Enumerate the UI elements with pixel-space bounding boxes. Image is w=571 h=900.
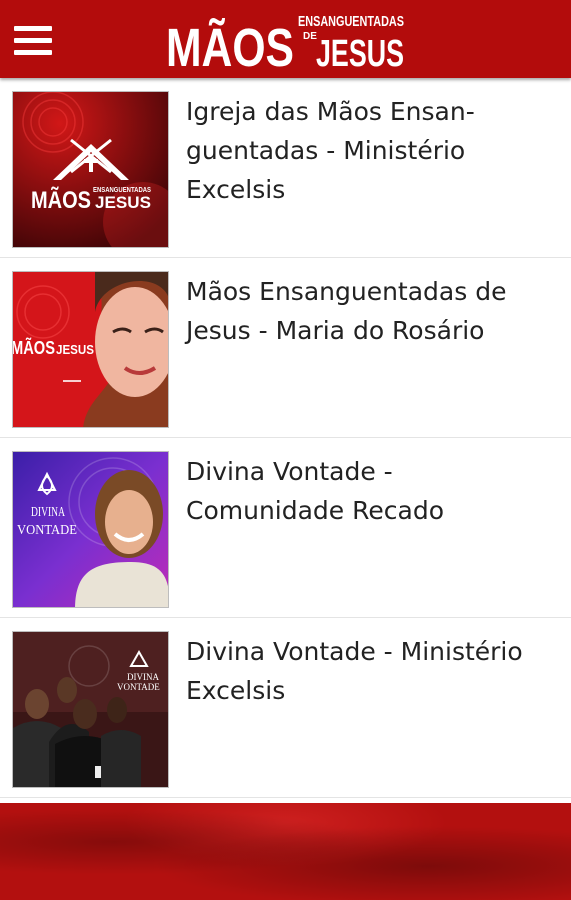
list-item[interactable]: MÃOS JESUS Mãos Ensanguentadas de Jesus … [0, 258, 571, 438]
album-cover: MÃOS ENSANGUENTADAS JESUS [12, 91, 169, 248]
cover-logo-bottom: VONTADE [17, 523, 77, 538]
hamburger-menu-icon[interactable] [14, 26, 52, 56]
logo-top-text: ENSANGUENTADAS [298, 13, 404, 30]
cover-logo-bottom: VONTADE [117, 682, 160, 692]
cover-logo-bottom: JESUS [95, 193, 151, 212]
album-cover: DIVINA VONTADE [12, 451, 169, 608]
cover-logo-top: DIVINA [31, 505, 66, 520]
cover-logo-main: MÃOS [31, 186, 91, 214]
footer-banner [0, 803, 571, 900]
list-item[interactable]: DIVINA VONTADE Divina Vontade - Ministér… [0, 618, 571, 798]
logo-main-text: MÃOS [166, 18, 294, 70]
cover-logo-main: MÃOS [13, 337, 55, 358]
list-item[interactable]: MÃOS ENSANGUENTADAS JESUS Igreja das Mão… [0, 78, 571, 258]
logo-bottom-text: JESUS [316, 33, 404, 70]
album-title: Divina Vontade - Ministério Excelsis [186, 637, 523, 705]
album-cover: DIVINA VONTADE [12, 631, 169, 788]
cover-logo-bottom: JESUS [56, 342, 94, 357]
album-title: Divina Vontade - Comunidade Recado [186, 457, 444, 525]
app-logo: MÃOS ENSANGUENTADAS DE JESUS [166, 13, 404, 70]
album-title: Mãos Ensanguentadas de Jesus - Maria do … [186, 277, 507, 345]
list-item[interactable]: DIVINA VONTADE Divina Vontade - Comunida… [0, 438, 571, 618]
album-title: Igreja das Mãos Ensan- guentadas - Minis… [186, 97, 475, 204]
cover-logo-top: DIVINA [127, 672, 159, 682]
app-header: MÃOS ENSANGUENTADAS DE JESUS [0, 0, 571, 78]
album-list: MÃOS ENSANGUENTADAS JESUS Igreja das Mão… [0, 78, 571, 803]
album-cover: MÃOS JESUS [12, 271, 169, 428]
